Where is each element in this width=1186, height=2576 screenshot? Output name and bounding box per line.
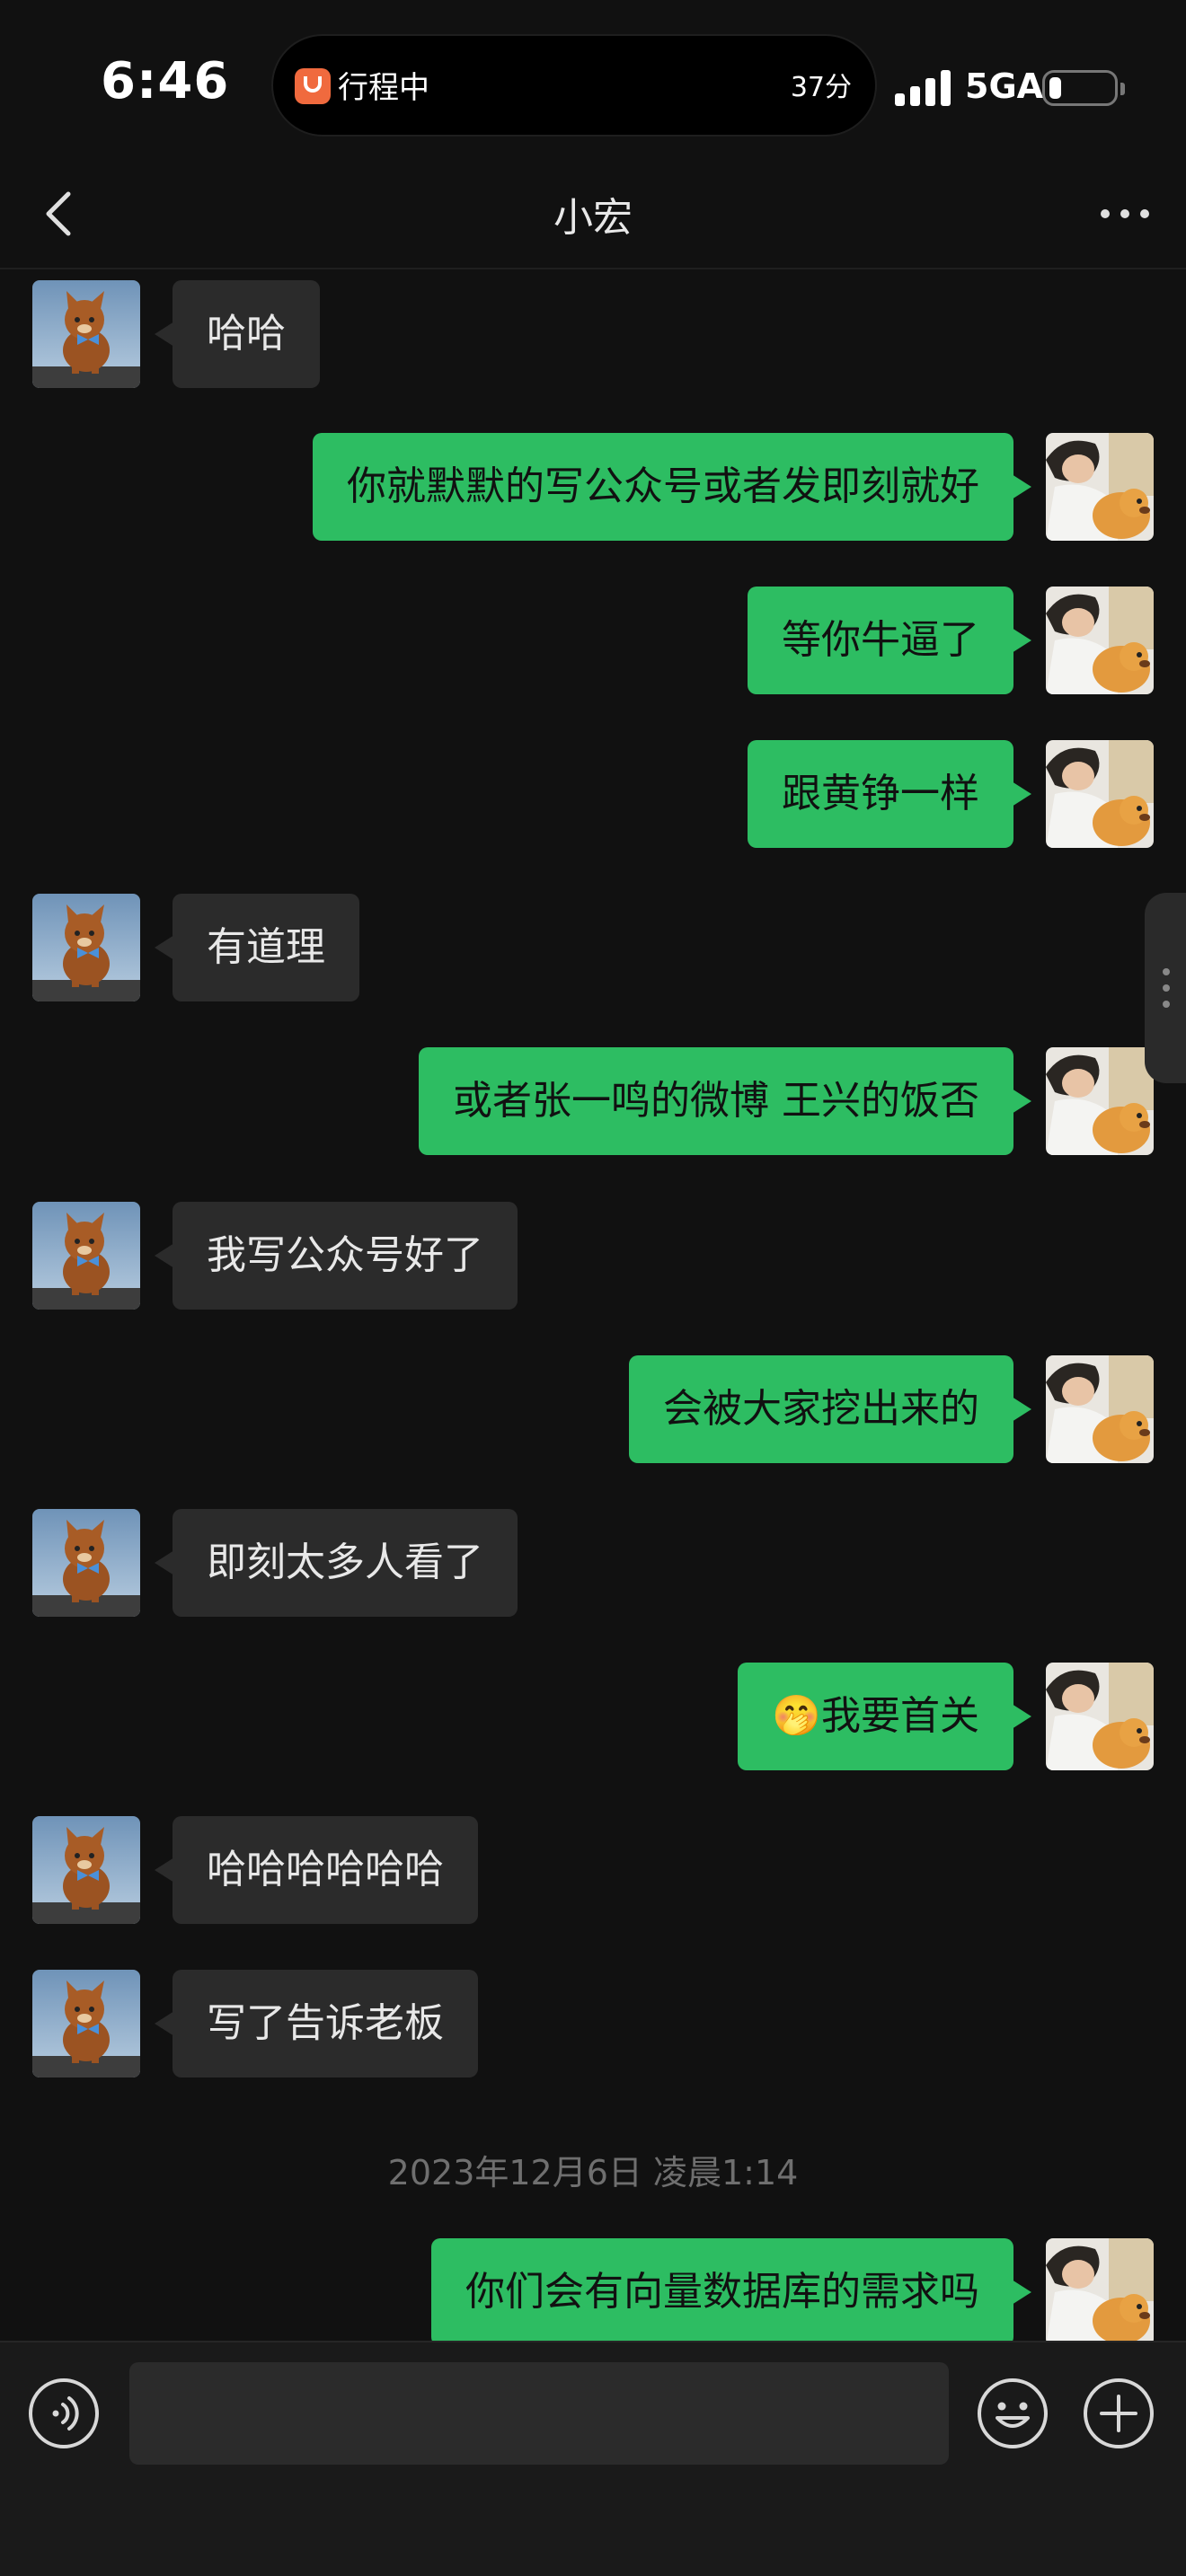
status-time: 6:46 (101, 52, 230, 110)
message-bubble[interactable]: 有道理 (155, 894, 359, 1001)
self-avatar[interactable] (1046, 1355, 1154, 1463)
outgoing-message: 你们会有向量数据库的需求吗 (0, 2238, 1186, 2346)
dynamic-island[interactable]: 行程中 37分 (271, 34, 877, 137)
chat-header: 小宏 (0, 162, 1186, 269)
self-avatar[interactable] (1046, 1663, 1154, 1770)
contact-avatar[interactable] (32, 1970, 140, 2078)
outgoing-message: 跟黄铮一样 (0, 740, 1186, 848)
incoming-message: 写了告诉老板 (0, 1970, 1186, 2078)
message-bubble[interactable]: 或者张一鸣的微博 王兴的饭否 (419, 1047, 1031, 1155)
smiley-icon (978, 2378, 1048, 2448)
side-drag-handle[interactable] (1145, 893, 1186, 1083)
chat-title: 小宏 (553, 195, 633, 241)
battery-icon (1042, 70, 1125, 106)
message-timestamp: 2023年12月6日 凌晨1:14 (387, 2153, 799, 2192)
plus-icon (1084, 2378, 1154, 2448)
more-button[interactable] (1093, 189, 1157, 239)
voice-button[interactable] (27, 2377, 101, 2450)
emoji-button[interactable] (976, 2377, 1049, 2450)
self-avatar[interactable] (1046, 2238, 1154, 2346)
message-bubble[interactable]: 我写公众号好了 (155, 1202, 518, 1310)
message-bubble[interactable]: 会被大家挖出来的 (629, 1355, 1031, 1463)
message-bubble[interactable]: 写了告诉老板 (155, 1970, 478, 2078)
voice-icon (29, 2378, 99, 2448)
message-bubble[interactable]: 你就默默的写公众号或者发即刻就好 (313, 433, 1031, 541)
self-avatar[interactable] (1046, 433, 1154, 541)
message-input[interactable] (129, 2362, 949, 2465)
incoming-message: 哈哈哈哈哈哈 (0, 1816, 1186, 1924)
incoming-message: 哈哈 (0, 280, 1186, 388)
contact-avatar[interactable] (32, 1202, 140, 1310)
incoming-message: 有道理 (0, 894, 1186, 1001)
message-bubble[interactable]: 哈哈 (155, 280, 320, 388)
message-bubble[interactable]: 🤭我要首关 (738, 1663, 1031, 1770)
incoming-message: 即刻太多人看了 (0, 1509, 1186, 1617)
input-bar (0, 2341, 1186, 2576)
outgoing-message: 等你牛逼了 (0, 587, 1186, 694)
message-bubble[interactable]: 哈哈哈哈哈哈 (155, 1816, 478, 1924)
trip-status-label: 行程中 (338, 70, 429, 106)
contact-avatar[interactable] (32, 1816, 140, 1924)
outgoing-message: 🤭我要首关 (0, 1663, 1186, 1770)
trip-eta: 37分 (790, 72, 852, 103)
outgoing-message: 或者张一鸣的微博 王兴的饭否 (0, 1047, 1186, 1155)
contact-avatar[interactable] (32, 894, 140, 1001)
message-bubble[interactable]: 等你牛逼了 (748, 587, 1031, 694)
outgoing-message: 会被大家挖出来的 (0, 1355, 1186, 1463)
message-bubble[interactable]: 你们会有向量数据库的需求吗 (431, 2238, 1031, 2346)
incoming-message: 我写公众号好了 (0, 1202, 1186, 1310)
ride-app-icon (295, 68, 331, 104)
signal-icon (895, 70, 952, 106)
message-bubble[interactable]: 跟黄铮一样 (748, 740, 1031, 848)
self-avatar[interactable] (1046, 587, 1154, 694)
contact-avatar[interactable] (32, 280, 140, 388)
self-avatar[interactable] (1046, 740, 1154, 848)
more-dots-icon (1101, 209, 1149, 218)
status-bar: 6:46 行程中 37分 5GA (0, 0, 1186, 162)
network-type: 5GA (965, 66, 1044, 106)
contact-avatar[interactable] (32, 1509, 140, 1617)
message-bubble[interactable]: 即刻太多人看了 (155, 1509, 518, 1617)
self-avatar[interactable] (1046, 1047, 1154, 1155)
more-actions-button[interactable] (1082, 2377, 1155, 2450)
outgoing-message: 你就默默的写公众号或者发即刻就好 (0, 433, 1186, 541)
